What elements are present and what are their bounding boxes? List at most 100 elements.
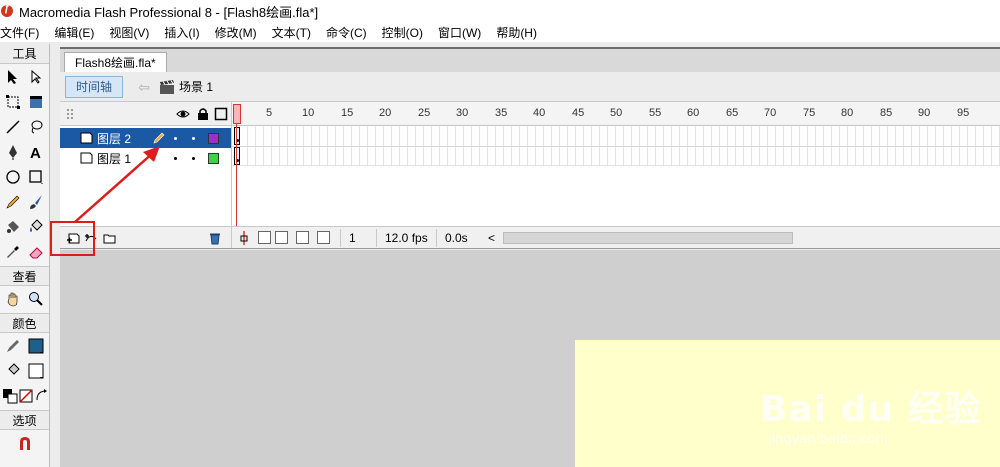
menu-modify[interactable]: 修改(M) bbox=[215, 24, 263, 41]
document-tab[interactable]: Flash8绘画.fla* bbox=[64, 52, 167, 74]
oval-tool-icon[interactable] bbox=[3, 167, 23, 187]
insert-layer-folder-icon[interactable] bbox=[102, 231, 116, 245]
menu-edit[interactable]: 编辑(E) bbox=[54, 24, 100, 41]
frame-row-divider bbox=[232, 146, 1000, 147]
elapsed-time-field: 0.0s bbox=[436, 228, 482, 247]
colors-section-label: 颜色 bbox=[0, 313, 49, 333]
paint-bucket-tool-icon[interactable] bbox=[26, 217, 46, 237]
menu-text[interactable]: 文本(T) bbox=[272, 24, 317, 41]
watermark-url: jingyan.baidu.com bbox=[768, 432, 888, 447]
ruler-label: 80 bbox=[841, 107, 854, 119]
edit-multiple-frames-icon[interactable] bbox=[296, 231, 309, 244]
ruler-label: 95 bbox=[957, 107, 970, 119]
layer-list: 图层 2 图层 1 bbox=[60, 126, 232, 226]
lasso-tool-icon[interactable] bbox=[26, 117, 46, 137]
lock-dot[interactable] bbox=[192, 136, 195, 140]
outline-square-icon[interactable] bbox=[214, 107, 228, 121]
baidu-jingyan-watermark: Bai du 经验 jingyan.baidu.com bbox=[760, 380, 982, 447]
scene-name[interactable]: 场景 1 bbox=[179, 78, 213, 95]
ruler-label: 30 bbox=[456, 107, 469, 119]
menu-file[interactable]: 文件(F) bbox=[0, 24, 45, 41]
ruler-label: 65 bbox=[726, 107, 739, 119]
ink-bottle-tool-icon[interactable] bbox=[3, 217, 23, 237]
black-white-colors-icon[interactable] bbox=[2, 386, 18, 406]
watermark-logo: Bai du 经验 bbox=[760, 389, 982, 430]
scroll-left-arrow[interactable]: < bbox=[488, 231, 495, 245]
visibility-dot[interactable] bbox=[174, 156, 177, 160]
ruler-label: 35 bbox=[495, 107, 508, 119]
hand-tool-icon[interactable] bbox=[3, 289, 23, 309]
brush-tool-icon[interactable] bbox=[26, 192, 46, 212]
layer-row[interactable]: 图层 2 bbox=[60, 128, 231, 148]
center-frame-icon[interactable] bbox=[238, 230, 250, 245]
eraser-tool-icon[interactable] bbox=[26, 242, 46, 262]
no-color-icon[interactable] bbox=[18, 386, 34, 406]
pencil-tool-icon[interactable] bbox=[3, 192, 23, 212]
ruler-label: 85 bbox=[880, 107, 893, 119]
ruler-label: 55 bbox=[649, 107, 662, 119]
subselection-tool-icon[interactable] bbox=[26, 67, 46, 87]
snap-magnet-icon[interactable] bbox=[15, 433, 35, 453]
text-tool-icon[interactable]: A bbox=[26, 142, 46, 162]
fill-color-swatch[interactable] bbox=[26, 361, 46, 381]
back-arrow-icon[interactable]: ⇦ bbox=[135, 78, 153, 96]
onion-skin-outlines-icon[interactable] bbox=[275, 231, 288, 244]
show-hide-eye-icon[interactable] bbox=[176, 107, 190, 121]
layer-row[interactable]: 图层 1 bbox=[60, 148, 231, 168]
flash-app-icon[interactable] bbox=[1, 2, 13, 17]
timeline-panel: 图层 2 图层 1 5 10 15 20 25 30 35 40 45 50 5… bbox=[60, 102, 1000, 249]
line-tool-icon[interactable] bbox=[3, 117, 23, 137]
delete-layer-trash-icon[interactable] bbox=[208, 231, 222, 245]
frame-rate-field[interactable]: 12.0 fps bbox=[376, 228, 436, 247]
lock-dot[interactable] bbox=[192, 156, 195, 160]
stroke-color-swatch[interactable] bbox=[26, 336, 46, 356]
playhead-line bbox=[236, 124, 237, 226]
window-title: Macromedia Flash Professional 8 - [Flash… bbox=[19, 4, 319, 20]
playhead[interactable] bbox=[233, 104, 241, 124]
keyframe[interactable] bbox=[234, 127, 240, 145]
visibility-dot[interactable] bbox=[174, 136, 177, 140]
fill-transform-tool-icon[interactable] bbox=[26, 92, 46, 112]
menu-view[interactable]: 视图(V) bbox=[109, 24, 155, 41]
ruler-label: 10 bbox=[302, 107, 315, 119]
layer-page-icon bbox=[80, 132, 93, 144]
lock-icon[interactable] bbox=[196, 107, 210, 121]
layer-outline-color[interactable] bbox=[208, 152, 219, 164]
menu-commands[interactable]: 命令(C) bbox=[326, 24, 373, 41]
ruler-label: 25 bbox=[418, 107, 431, 119]
menu-window[interactable]: 窗口(W) bbox=[438, 24, 487, 41]
layer-outline-color[interactable] bbox=[208, 132, 219, 144]
layer-name[interactable]: 图层 1 bbox=[97, 150, 153, 167]
menu-help[interactable]: 帮助(H) bbox=[496, 24, 543, 41]
swap-colors-icon[interactable] bbox=[34, 386, 50, 406]
timeline-toggle-button[interactable]: 时间轴 bbox=[65, 75, 123, 98]
horizontal-scrollbar[interactable] bbox=[503, 231, 794, 244]
onion-skin-icon[interactable] bbox=[258, 231, 271, 244]
ruler-label: 45 bbox=[572, 107, 585, 119]
menu-control[interactable]: 控制(O) bbox=[382, 24, 429, 41]
frame-ruler[interactable]: 5 10 15 20 25 30 35 40 45 50 55 60 65 70… bbox=[232, 102, 1000, 126]
edit-bar: 时间轴 ⇦ 场景 1 bbox=[60, 72, 1000, 102]
free-transform-tool-icon[interactable] bbox=[3, 92, 23, 112]
edit-pencil-icon bbox=[153, 132, 165, 144]
eyedropper-tool-icon[interactable] bbox=[3, 242, 23, 262]
pen-tool-icon[interactable] bbox=[3, 142, 23, 162]
ruler-label: 75 bbox=[803, 107, 816, 119]
title-bar: Macromedia Flash Professional 8 - [Flash… bbox=[0, 0, 1000, 22]
tools-header: 工具 bbox=[0, 44, 49, 64]
ruler-label: 70 bbox=[764, 107, 777, 119]
selection-tool-icon[interactable] bbox=[3, 67, 23, 87]
ruler-label: 15 bbox=[341, 107, 354, 119]
options-section-label: 选项 bbox=[0, 410, 49, 430]
view-section-label: 查看 bbox=[0, 266, 49, 286]
keyframe[interactable] bbox=[234, 147, 240, 165]
ruler-label: 40 bbox=[533, 107, 546, 119]
layer-name[interactable]: 图层 2 bbox=[97, 130, 153, 147]
ruler-label: 5 bbox=[266, 107, 273, 119]
document-tab-bar: Flash8绘画.fla* bbox=[60, 47, 1000, 74]
modify-onion-markers-icon[interactable] bbox=[317, 231, 330, 244]
rectangle-tool-icon[interactable] bbox=[26, 167, 46, 187]
svg-text:A: A bbox=[30, 145, 41, 160]
zoom-tool-icon[interactable] bbox=[26, 289, 46, 309]
menu-insert[interactable]: 插入(I) bbox=[164, 24, 205, 41]
